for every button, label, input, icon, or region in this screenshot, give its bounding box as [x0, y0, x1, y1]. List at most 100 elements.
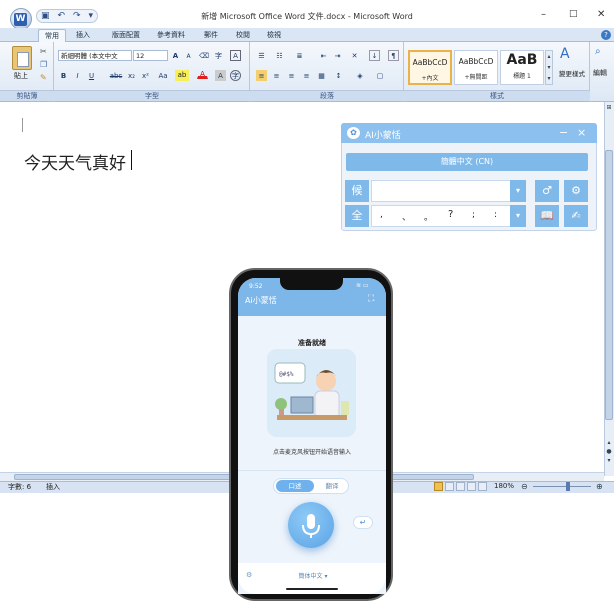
distributed-button[interactable]: ▦: [316, 70, 327, 81]
punct-dropdown-icon[interactable]: ▾: [510, 205, 526, 227]
align-right-button[interactable]: ≡: [286, 70, 297, 81]
ruler-toggle-icon[interactable]: ⊞: [605, 104, 613, 112]
mode-toggle: 口述 翻译: [273, 478, 349, 494]
borders-button[interactable]: ▢: [372, 70, 388, 81]
word-count[interactable]: 字數: 6: [8, 482, 31, 492]
find-icon[interactable]: ⌕: [595, 46, 601, 57]
line-spacing-button[interactable]: ↕: [333, 70, 344, 81]
shrink-font-button[interactable]: A: [183, 50, 194, 61]
paste-button[interactable]: 貼上: [14, 71, 28, 81]
tab-view[interactable]: 檢視: [265, 29, 283, 42]
shading-button[interactable]: ◈: [352, 70, 368, 81]
tab-page-layout[interactable]: 版面配置: [110, 29, 142, 42]
bold-button[interactable]: B: [58, 70, 69, 81]
close-button[interactable]: ✕: [597, 9, 605, 20]
full-screen-icon[interactable]: [445, 482, 454, 491]
minimize-button[interactable]: –: [541, 9, 546, 20]
copy-icon[interactable]: ❐: [40, 60, 47, 69]
ime-minimize-button[interactable]: −: [559, 126, 568, 139]
settings-gear-icon[interactable]: ⚙: [564, 180, 588, 202]
print-layout-icon[interactable]: [434, 482, 443, 491]
italic-button[interactable]: I: [72, 70, 83, 81]
web-layout-icon[interactable]: [456, 482, 465, 491]
enclose-char-button[interactable]: 字: [230, 70, 241, 81]
change-styles-icon[interactable]: A: [560, 46, 570, 62]
char-shading-button[interactable]: A: [215, 70, 226, 81]
punct-colon[interactable]: :: [494, 210, 497, 220]
punct-semicolon[interactable]: ;: [472, 210, 475, 220]
expand-icon[interactable]: ⛶: [368, 294, 374, 304]
styles-scroll[interactable]: ▴ ▾ ▾: [545, 50, 553, 85]
char-border-button[interactable]: A: [230, 50, 241, 61]
align-left-button[interactable]: ≡: [256, 70, 267, 81]
increase-indent-button[interactable]: ⇥: [332, 50, 343, 61]
document-text[interactable]: 今天天气真好: [24, 149, 126, 174]
phonetic-guide-button[interactable]: 字: [213, 50, 224, 61]
tab-mailings[interactable]: 郵件: [202, 29, 220, 42]
superscript-button[interactable]: x²: [140, 70, 151, 81]
browse-object-buttons[interactable]: ▴ ● ▾: [605, 438, 613, 465]
punct-question[interactable]: ?: [448, 209, 453, 220]
zoom-level[interactable]: 180%: [494, 482, 514, 490]
justify-button[interactable]: ≡: [301, 70, 312, 81]
asian-layout-button[interactable]: ✕: [349, 50, 360, 61]
draft-icon[interactable]: [478, 482, 487, 491]
align-center-button[interactable]: ≡: [271, 70, 282, 81]
style-normal[interactable]: AaBbCcD +內文: [408, 50, 452, 85]
zoom-out-icon[interactable]: ⊖: [521, 482, 528, 491]
tab-review[interactable]: 校閱: [234, 29, 252, 42]
insert-mode[interactable]: 插入: [46, 482, 60, 492]
translate-mode-button[interactable]: 翻译: [316, 480, 348, 492]
outline-icon[interactable]: [467, 482, 476, 491]
zoom-slider[interactable]: [533, 486, 591, 487]
strikethrough-button[interactable]: abc: [108, 70, 124, 81]
sort-button[interactable]: ↓: [369, 50, 380, 61]
format-painter-icon[interactable]: ✎: [40, 73, 47, 82]
maximize-button[interactable]: □: [569, 9, 578, 19]
ime-close-button[interactable]: ×: [577, 126, 586, 139]
zoom-in-icon[interactable]: ⊕: [596, 482, 603, 491]
candidate-dropdown-icon[interactable]: ▾: [510, 180, 526, 202]
font-color-button[interactable]: A: [197, 68, 208, 79]
dictionary-icon[interactable]: 📖: [535, 205, 559, 227]
punct-enum-comma[interactable]: 、: [402, 210, 411, 223]
multilevel-list-button[interactable]: ≣: [294, 50, 305, 61]
cut-icon[interactable]: ✂: [40, 47, 47, 56]
punct-period[interactable]: 。: [424, 210, 433, 223]
change-case-button[interactable]: Aa: [155, 70, 171, 81]
style-heading-1[interactable]: AaB 標題 1: [500, 50, 544, 85]
enter-button[interactable]: ↵: [353, 516, 373, 529]
subscript-button[interactable]: x₂: [126, 70, 137, 81]
editing-button[interactable]: 編輯: [593, 68, 607, 78]
font-name-box[interactable]: 新細明體 (本文中文: [58, 50, 132, 61]
vertical-scroll-thumb[interactable]: [605, 150, 613, 420]
window-title: 新增 Microsoft Office Word 文件.docx - Micro…: [201, 12, 413, 21]
microphone-button[interactable]: [288, 502, 334, 548]
grow-font-button[interactable]: A: [170, 50, 181, 61]
candidate-box[interactable]: [371, 180, 511, 202]
numbering-button[interactable]: ☷: [274, 50, 285, 61]
handwriting-icon[interactable]: ✍: [564, 205, 588, 227]
dictation-mode-button[interactable]: 口述: [276, 480, 314, 492]
microphone-icon: [302, 514, 320, 538]
phone-settings-icon[interactable]: ⚙: [246, 571, 252, 579]
voice-settings-icon[interactable]: ♂: [535, 180, 559, 202]
punct-comma[interactable]: ,: [380, 210, 383, 220]
ime-language-button[interactable]: 簡體中文 (CN): [346, 153, 588, 171]
highlight-button[interactable]: ab: [175, 70, 189, 81]
language-selector[interactable]: 簡体中文 ▾: [288, 571, 338, 580]
decrease-indent-button[interactable]: ⇤: [318, 50, 329, 61]
font-size-box[interactable]: 12: [133, 50, 168, 61]
underline-button[interactable]: U: [86, 70, 97, 81]
paste-icon[interactable]: [12, 46, 32, 70]
tab-home[interactable]: 常用: [38, 29, 66, 42]
show-marks-button[interactable]: ¶: [388, 50, 399, 61]
clear-format-button[interactable]: ⌫: [198, 50, 209, 61]
tab-references[interactable]: 參考資料: [155, 29, 187, 42]
bullets-button[interactable]: ☰: [256, 50, 267, 61]
help-icon[interactable]: ?: [601, 30, 611, 40]
zoom-slider-thumb[interactable]: [566, 482, 570, 491]
change-styles-button[interactable]: 變更樣式: [555, 68, 589, 78]
tab-insert[interactable]: 插入: [74, 29, 92, 42]
style-no-spacing[interactable]: AaBbCcD +無間距: [454, 50, 498, 85]
